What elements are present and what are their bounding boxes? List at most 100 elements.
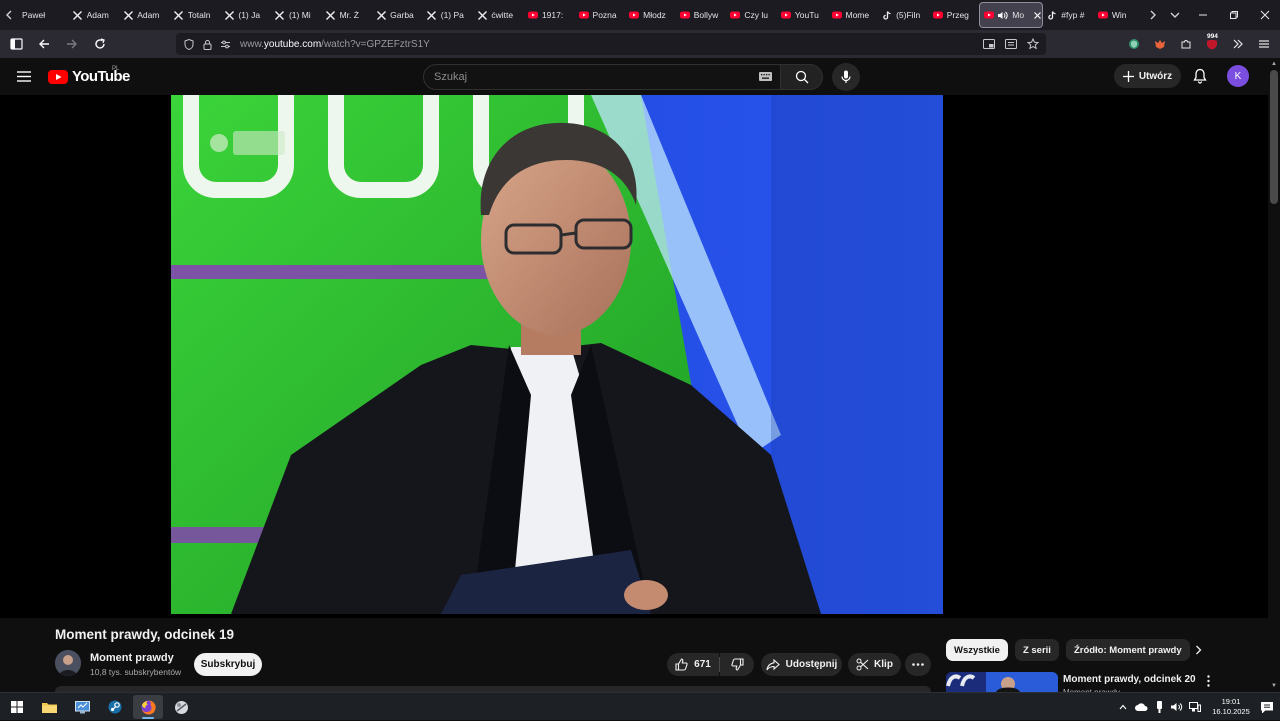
- browser-tab[interactable]: Adam: [119, 2, 170, 28]
- dislike-button[interactable]: [720, 653, 754, 676]
- scrollbar-thumb[interactable]: [1270, 70, 1278, 204]
- browser-tab[interactable]: (1) Pa: [423, 2, 474, 28]
- channel-avatar[interactable]: [55, 650, 81, 676]
- minimize-icon[interactable]: [1187, 0, 1218, 30]
- usb-device-icon[interactable]: [1151, 697, 1167, 717]
- app-menu-icon[interactable]: [1254, 34, 1274, 54]
- app-icon[interactable]: [166, 695, 196, 719]
- onedrive-cloud-icon[interactable]: [1133, 697, 1149, 717]
- browser-tab[interactable]: Mr. Ż: [322, 2, 373, 28]
- notification-center-icon[interactable]: [1254, 693, 1280, 721]
- chips-next-icon[interactable]: [1190, 642, 1206, 658]
- browser-tab[interactable]: Czy lu: [726, 2, 777, 28]
- next-video-title[interactable]: Moment prawdy, odcinek 20: [1063, 674, 1196, 685]
- search-button[interactable]: [781, 64, 823, 90]
- search-placeholder: Szukaj: [434, 71, 468, 83]
- clip-button[interactable]: Klip: [848, 653, 901, 676]
- file-explorer-icon[interactable]: [34, 695, 64, 719]
- video-player[interactable]: [0, 95, 1268, 618]
- network-icon[interactable]: [1187, 697, 1203, 717]
- sidebar-toggle-icon[interactable]: [4, 32, 28, 56]
- lock-icon[interactable]: [198, 33, 216, 55]
- forward-icon[interactable]: [60, 32, 84, 56]
- voice-search-button[interactable]: [832, 63, 860, 91]
- browser-tab[interactable]: ćwitte: [473, 2, 524, 28]
- notifications-bell-icon[interactable]: [1190, 66, 1210, 86]
- list-all-tabs-icon[interactable]: [1162, 0, 1188, 30]
- browser-tab[interactable]: Win: [1094, 2, 1145, 28]
- extensions-puzzle-icon[interactable]: [1176, 34, 1196, 54]
- next-video-thumbnail[interactable]: [946, 672, 1058, 692]
- search-input[interactable]: Szukaj: [423, 64, 781, 90]
- extension-shield-icon[interactable]: [1124, 34, 1144, 54]
- tab-list: Paweł Adam Adam Totaln (1) Ja (1) Mi Mr. Ż Garb…: [18, 0, 1144, 30]
- browser-tab[interactable]: Bollyw: [676, 2, 727, 28]
- like-button[interactable]: 671: [667, 653, 719, 676]
- scroll-up-icon[interactable]: ▲: [1270, 60, 1278, 68]
- share-button[interactable]: Udostępnij: [761, 653, 842, 676]
- browser-tab[interactable]: Adam: [69, 2, 120, 28]
- tab-title: YouTu: [794, 10, 819, 20]
- browser-tab[interactable]: (1) Mi: [271, 2, 322, 28]
- close-window-icon[interactable]: [1249, 0, 1280, 30]
- create-button[interactable]: Utwórz: [1114, 64, 1181, 88]
- tab-title: #fyp #: [1061, 10, 1085, 20]
- browser-tab[interactable]: Totaln: [170, 2, 221, 28]
- picture-in-picture-icon[interactable]: [980, 33, 998, 55]
- windows-start-icon[interactable]: [2, 695, 32, 719]
- filter-chip[interactable]: Źródło: Moment prawdy: [1065, 639, 1190, 661]
- tab-title: Mo: [1012, 10, 1025, 20]
- more-actions-button[interactable]: [905, 653, 931, 676]
- volume-icon[interactable]: [1169, 697, 1185, 717]
- page-scrollbar[interactable]: ▲ ▼: [1268, 58, 1280, 692]
- browser-tab[interactable]: YouTu: [777, 2, 828, 28]
- firefox-icon[interactable]: [133, 695, 163, 719]
- back-icon[interactable]: [32, 32, 56, 56]
- steam-icon[interactable]: [100, 695, 130, 719]
- browser-tab[interactable]: Pozna: [575, 2, 626, 28]
- tab-close-icon[interactable]: [1032, 10, 1042, 20]
- browser-tab[interactable]: Paweł: [18, 2, 69, 28]
- account-avatar[interactable]: K: [1227, 65, 1249, 87]
- tab-audio-playing-icon[interactable]: [998, 10, 1008, 20]
- tab-title: Mome: [845, 10, 870, 20]
- browser-tab[interactable]: Mome: [828, 2, 879, 28]
- video-frame[interactable]: [171, 95, 943, 614]
- guide-menu-icon[interactable]: [14, 66, 34, 86]
- keyboard-icon[interactable]: [759, 72, 772, 81]
- permissions-icon[interactable]: [216, 33, 234, 55]
- video-title: Moment prawdy, odcinek 19: [55, 627, 235, 642]
- browser-tab[interactable]: #fyp #: [1043, 2, 1094, 28]
- adblock-badge-icon[interactable]: 994: [1202, 33, 1222, 54]
- browser-tab[interactable]: Garba: [372, 2, 423, 28]
- tracking-protection-icon[interactable]: [180, 33, 198, 55]
- youtube-icon: [730, 10, 741, 20]
- restore-icon[interactable]: [1218, 0, 1249, 30]
- youtube-icon: [679, 10, 690, 20]
- taskbar-clock[interactable]: 19:01 16.10.2025: [1208, 697, 1254, 717]
- extension-fox-icon[interactable]: [1150, 34, 1170, 54]
- browser-tab[interactable]: (1) Ja: [220, 2, 271, 28]
- overflow-chevrons-icon[interactable]: [1228, 34, 1248, 54]
- browser-tab[interactable]: 1917:: [524, 2, 575, 28]
- x-icon: [376, 10, 386, 20]
- filter-chip[interactable]: Z serii: [1014, 639, 1059, 661]
- browser-tab[interactable]: Młodz: [625, 2, 676, 28]
- tray-overflow-chevron-icon[interactable]: [1115, 697, 1131, 717]
- tabs-scroll-left-icon[interactable]: [0, 0, 18, 30]
- control-panel-icon[interactable]: [67, 695, 97, 719]
- reader-view-icon[interactable]: [1002, 33, 1020, 55]
- scroll-down-icon[interactable]: ▼: [1270, 682, 1278, 690]
- tabs-scroll-right-icon[interactable]: [1144, 0, 1162, 30]
- youtube-icon: [780, 10, 791, 20]
- browser-tab[interactable]: Przeg: [929, 2, 980, 28]
- bookmark-star-icon[interactable]: [1024, 33, 1042, 55]
- filter-chip[interactable]: Wszystkie: [946, 639, 1008, 661]
- reload-icon[interactable]: [88, 32, 112, 56]
- address-bar[interactable]: www.youtube.com/watch?v=GPZEFztrS1Y: [176, 33, 1046, 55]
- tab-active[interactable]: Mo: [979, 2, 1044, 28]
- subscribe-button[interactable]: Subskrybuj: [194, 653, 262, 676]
- channel-name[interactable]: Moment prawdy: [90, 652, 174, 664]
- browser-tab[interactable]: (5)Filn: [878, 2, 929, 28]
- next-video-menu-icon[interactable]: [1201, 673, 1215, 689]
